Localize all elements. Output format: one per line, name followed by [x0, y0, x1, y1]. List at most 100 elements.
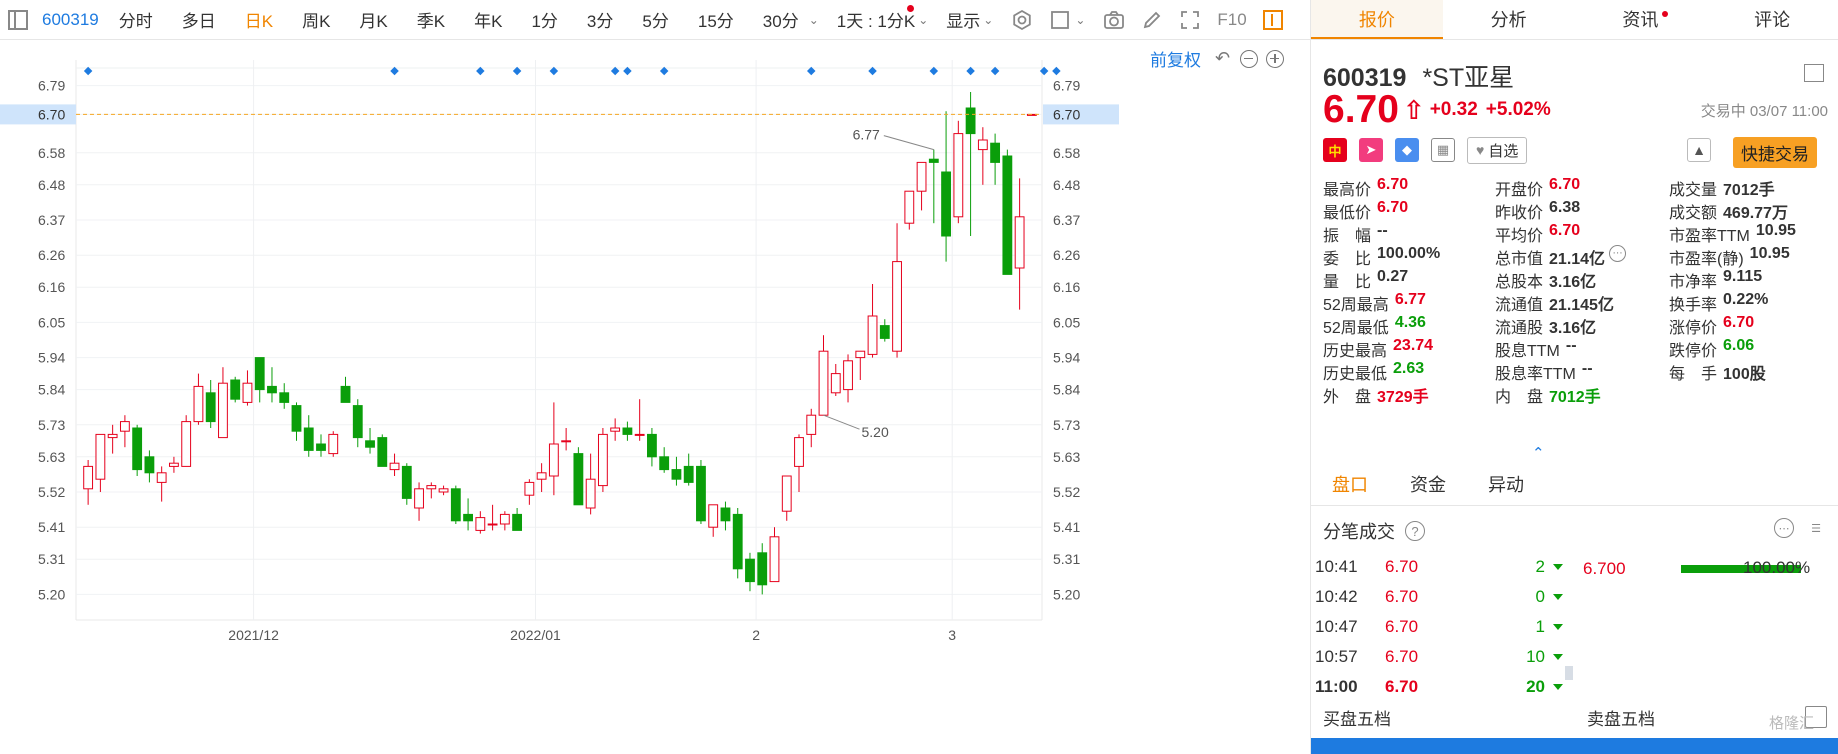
camera-icon[interactable] [1103, 9, 1125, 31]
tick-list[interactable]: 10:41 6.70 2 10:42 6.70 0 10:47 6.70 1 10:57 6.70 1… [1315, 552, 1575, 702]
period-tab-15min[interactable]: 15分 [698, 7, 734, 32]
tab-analysis[interactable]: 分析 [1443, 0, 1575, 39]
more-periods-chevron-icon[interactable]: ⌄ [809, 13, 819, 27]
period-tab-5min[interactable]: 5分 [642, 7, 668, 32]
candle [352, 399, 363, 448]
stat-label: 涨停价 [1669, 320, 1718, 337]
ticks-scrollbar[interactable] [1565, 666, 1573, 680]
tab-label: 评论 [1754, 10, 1791, 30]
tag-icon[interactable]: ◆ [1395, 138, 1419, 162]
period-tab-quarterly[interactable]: 季K [417, 7, 445, 32]
add-favorite-button[interactable]: ♥ 自选 [1467, 136, 1528, 164]
ticks-title: 分笔成交 [1323, 522, 1395, 542]
stat-cell: 最低价 6.70 [1323, 199, 1495, 222]
stat-value: 9.115 [1723, 268, 1763, 285]
settings-gear-icon[interactable] [1011, 9, 1033, 31]
max-annotation-label: 6.77 [853, 127, 880, 143]
stat-cell: 总市值 21.14亿 ⋯ [1495, 245, 1669, 268]
quick-trade-button[interactable]: 快捷交易 [1733, 137, 1817, 168]
stat-label: 市盈率TTM [1669, 228, 1750, 245]
tick-volume: 2 [1535, 557, 1545, 576]
subtab-orderbook[interactable]: 盘口 [1311, 464, 1389, 505]
stat-cell: 历史最低 2.63 [1323, 360, 1495, 383]
hot-runner-icon[interactable]: ➤ [1359, 138, 1383, 162]
period-tab-multiday[interactable]: 多日 [182, 7, 216, 32]
stat-value: 6.70 [1549, 222, 1581, 239]
candle [867, 284, 878, 358]
candle [757, 543, 768, 595]
panel-tabs: 报价 分析 资讯 评论 [1311, 0, 1838, 40]
candle [536, 463, 547, 492]
period-tab-weekly[interactable]: 周K [302, 7, 330, 32]
candle [169, 456, 179, 473]
period-tab-intraday[interactable]: 分时 [119, 7, 153, 32]
stat-value: -- [1581, 360, 1593, 377]
fullscreen-icon[interactable] [1179, 9, 1201, 31]
panel-toggle-icon[interactable] [1262, 9, 1283, 30]
y-tick-label: 6.48 [1053, 177, 1080, 193]
candle-body [499, 513, 510, 525]
period-tab-daily[interactable]: 日K [245, 7, 273, 32]
kline-chart[interactable]: 6.79 6.70 6.58 6.48 6.37 6.26 6.16 6.05 5.94 5.84… [0, 60, 1310, 754]
period-tab-yearly[interactable]: 年K [474, 7, 502, 32]
min-annotation-label: 5.20 [862, 424, 889, 440]
chevron-down-icon: ⌄ [983, 12, 994, 27]
stat-value: 7012手 [1723, 182, 1775, 199]
dist-price: 6.700 [1583, 559, 1626, 578]
candle [708, 504, 719, 537]
candle [316, 434, 326, 457]
price-distribution-row: 6.700 100.00% [1583, 557, 1835, 581]
candle [720, 501, 731, 531]
chevron-down-icon: ⌄ [918, 12, 929, 27]
period-tab-1min[interactable]: 1分 [531, 7, 557, 32]
stat-cell: 历史最高 23.74 [1323, 337, 1495, 360]
tab-comments[interactable]: 评论 [1706, 0, 1838, 39]
candle [843, 354, 853, 403]
candle [193, 373, 204, 425]
stat-value: 0.22% [1723, 291, 1769, 308]
stat-cell: 平均价 6.70 [1495, 222, 1669, 245]
sidebar-toggle-icon[interactable] [8, 9, 28, 30]
list-view-icon[interactable]: ☰ [1806, 518, 1826, 538]
stat-cell: 成交量 7012手 [1669, 176, 1833, 199]
layout-chevron-icon[interactable]: ⌄ [1075, 13, 1085, 27]
help-question-icon[interactable]: ? [1405, 521, 1425, 541]
tab-news[interactable]: 资讯 [1575, 0, 1707, 39]
candle [647, 428, 657, 467]
stat-cell: 委 比 100.00% [1323, 245, 1495, 268]
candles [83, 92, 1037, 595]
tab-quote[interactable]: 报价 [1311, 0, 1443, 39]
display-dropdown[interactable]: 显示 ⌄ [946, 7, 993, 32]
stat-value: 3.16亿 [1549, 274, 1597, 291]
candle-body [463, 513, 473, 522]
sell-arrow-down-icon [1553, 594, 1563, 600]
alert-bell-icon[interactable]: ▲ [1687, 138, 1711, 162]
draw-pencil-icon[interactable] [1141, 9, 1163, 31]
bookmark-icon[interactable]: ▦ [1431, 138, 1455, 162]
favorite-label: 自选 [1488, 142, 1519, 160]
layout-grid-icon[interactable] [1804, 64, 1824, 82]
subtab-movements[interactable]: 异动 [1467, 464, 1545, 505]
stat-cell: 市盈率TTM 10.95 [1669, 222, 1833, 245]
y-tick-label: 6.37 [38, 212, 65, 228]
candle [855, 350, 866, 380]
interval-label: 1天 : 1分K [836, 12, 916, 31]
period-tab-monthly[interactable]: 月K [359, 7, 387, 32]
candle-body [83, 465, 94, 490]
interval-dropdown[interactable]: 1天 : 1分K ⌄ [836, 5, 929, 32]
tick-row: 10:47 6.70 1 [1315, 612, 1575, 642]
subtab-funds[interactable]: 资金 [1389, 464, 1467, 505]
china-flag-icon[interactable]: 中 [1323, 138, 1347, 162]
candle-body [585, 478, 596, 509]
collapse-chevron-icon[interactable]: ⌃ [1532, 444, 1545, 462]
orderbook-highlight-bar [1311, 738, 1838, 754]
f10-button[interactable]: F10 [1217, 10, 1246, 30]
candle-body [916, 161, 927, 192]
period-tab-3min[interactable]: 3分 [587, 7, 613, 32]
candle [585, 453, 596, 515]
stock-code-link[interactable]: 600319 [42, 10, 99, 30]
period-tab-30min[interactable]: 30分 [763, 7, 799, 32]
more-info-icon[interactable]: ⋯ [1609, 245, 1627, 262]
layout-square-icon[interactable] [1049, 9, 1071, 31]
more-options-icon[interactable]: ⋯ [1774, 518, 1794, 538]
